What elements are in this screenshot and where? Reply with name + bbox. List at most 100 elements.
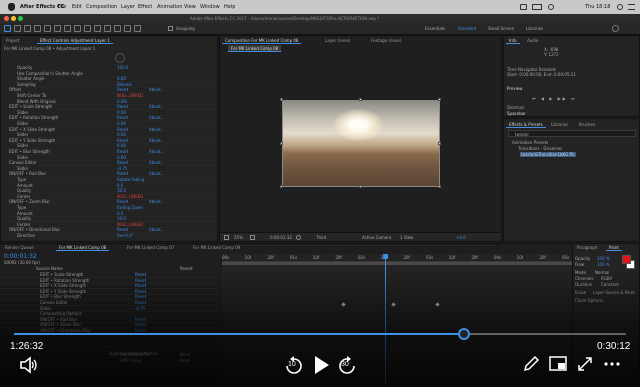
effect-property-value[interactable]: Reset xyxy=(117,127,128,132)
timeline-property-value[interactable]: Reset xyxy=(135,283,146,288)
timeline-property-value[interactable]: Reset xyxy=(135,272,146,277)
selection-tool-icon[interactable] xyxy=(4,25,11,32)
effect-about-link[interactable]: About... xyxy=(149,104,165,109)
tab-info[interactable]: Info xyxy=(506,37,520,44)
viewer-timecode[interactable]: 0:00:01:32 xyxy=(270,235,292,240)
keyframe[interactable] xyxy=(391,302,396,307)
timeline-property-value[interactable]: Reset xyxy=(135,278,146,283)
menu-view[interactable]: View xyxy=(184,0,196,14)
clone-tool-icon[interactable] xyxy=(104,25,111,32)
playhead-handle[interactable] xyxy=(383,254,388,259)
zoom-tool-icon[interactable] xyxy=(24,25,31,32)
tab-effects-presets[interactable]: Effects & Presets xyxy=(506,121,546,128)
effect-property-value[interactable]: 0.0 xyxy=(117,183,123,188)
effect-property-value[interactable]: 0.00 xyxy=(117,76,126,81)
markup-pen-icon[interactable] xyxy=(522,355,540,373)
timeline-timecode[interactable]: 0:00:01:32 xyxy=(4,253,37,260)
volume-icon[interactable] xyxy=(548,4,554,10)
timeline-property-value[interactable]: Reset xyxy=(135,300,146,305)
tab-brushes[interactable]: Brushes xyxy=(576,121,598,128)
effect-about-link[interactable]: About... xyxy=(149,160,165,165)
tab-layer[interactable]: Layer (none) xyxy=(322,37,354,44)
layer-handle[interactable] xyxy=(359,98,362,101)
views-select[interactable]: 1 View xyxy=(400,235,413,240)
effect-property-value[interactable]: Bilinear xyxy=(117,82,132,87)
tab-footage[interactable]: Footage (none) xyxy=(368,37,404,44)
rotate-tool-icon[interactable] xyxy=(34,25,41,32)
hand-tool-icon[interactable] xyxy=(14,25,21,32)
tab-timeline-comp-09[interactable]: For MK Linked Comp 09 xyxy=(190,244,243,251)
effect-property-value[interactable]: Rotate Fading xyxy=(117,177,144,182)
effect-property-value[interactable]: NULL LINKED xyxy=(117,93,143,98)
angle-dial-icon[interactable] xyxy=(115,53,125,63)
volume-button-icon[interactable] xyxy=(18,355,38,375)
playhead[interactable] xyxy=(385,254,386,384)
effect-property-value[interactable]: 10.0 xyxy=(117,188,126,193)
workspace-standard[interactable]: Standard xyxy=(458,26,476,31)
menu-layer[interactable]: Layer xyxy=(121,0,135,14)
effect-property-value[interactable]: Reset xyxy=(117,149,128,154)
search-help-icon[interactable] xyxy=(612,25,619,32)
bottom-layer-2-parent[interactable]: None xyxy=(180,358,190,363)
layer-handle[interactable] xyxy=(280,98,283,101)
battery-icon[interactable] xyxy=(532,4,542,10)
mode-select[interactable]: Normal xyxy=(595,270,609,275)
playback-controls[interactable]: ⏮ ◀ ▶ ▶▶ ⏭ xyxy=(532,96,577,101)
timeline-property-value[interactable]: Reset xyxy=(135,322,146,327)
pen-tool-icon[interactable] xyxy=(74,25,81,32)
menu-help[interactable]: Help xyxy=(224,0,235,14)
menu-composition[interactable]: Composition xyxy=(86,0,117,14)
effect-property-value[interactable]: Reset xyxy=(117,104,128,109)
work-area-bar[interactable] xyxy=(222,262,572,265)
menu-effect[interactable]: Effect xyxy=(138,0,152,14)
effect-property-value[interactable]: 0.0% xyxy=(117,99,127,104)
snapping-checkbox[interactable] xyxy=(168,26,173,31)
wifi-icon[interactable] xyxy=(520,4,527,10)
effect-property-value[interactable]: Reset xyxy=(117,199,128,204)
picture-in-picture-icon[interactable] xyxy=(548,355,568,373)
camera-select[interactable]: Active Camera xyxy=(362,235,391,240)
video-scrub-knob[interactable] xyxy=(458,328,470,340)
timeline-property-value[interactable]: Reset xyxy=(135,289,146,294)
foreground-color-swatch[interactable] xyxy=(622,255,631,264)
tab-project[interactable]: Project xyxy=(3,37,23,44)
effect-about-link[interactable]: About... xyxy=(149,138,165,143)
tab-paint[interactable]: Paint xyxy=(606,244,622,251)
roto-tool-icon[interactable] xyxy=(124,25,131,32)
menu-file[interactable]: File xyxy=(58,0,66,14)
duration-select[interactable]: Constant xyxy=(601,282,619,287)
effect-about-link[interactable]: About... xyxy=(149,149,165,154)
effect-property-value[interactable]: -0.75 xyxy=(117,166,127,171)
puppet-tool-icon[interactable] xyxy=(134,25,141,32)
more-options-icon[interactable] xyxy=(603,361,621,367)
effect-property-value[interactable]: 0x+0.0° xyxy=(117,233,134,238)
effect-about-link[interactable]: About... xyxy=(149,227,165,232)
comp-frame-image[interactable] xyxy=(282,100,440,187)
effect-property-value[interactable]: Reset xyxy=(117,227,128,232)
channels-select[interactable]: RGBA xyxy=(601,276,612,281)
tree-animation-presets[interactable]: Animation Presets xyxy=(512,140,548,145)
close-window-button[interactable] xyxy=(4,16,9,21)
effect-property-value[interactable]: NULL LINKED xyxy=(117,222,143,227)
tab-audio[interactable]: Audio xyxy=(524,37,541,44)
effect-property-value[interactable]: 100.0 xyxy=(117,65,128,70)
toggle-switches-modes[interactable]: Toggle Switches / Modes xyxy=(108,351,157,356)
effect-property-value[interactable]: 0.00 xyxy=(117,110,126,115)
effect-property-value[interactable]: Reset xyxy=(117,171,128,176)
timeline-property-value[interactable]: Reset xyxy=(135,317,146,322)
snapshot-icon[interactable] xyxy=(296,235,301,240)
minimize-window-button[interactable] xyxy=(11,16,16,21)
keyframe[interactable] xyxy=(341,302,346,307)
tree-preset-item[interactable]: twixtor&Transition1bKG.ffx xyxy=(520,152,576,157)
timeline-property-value[interactable]: -0.75 xyxy=(135,306,145,311)
tab-paragraph[interactable]: Paragraph xyxy=(574,244,601,251)
effect-property-value[interactable]: Reset xyxy=(117,160,128,165)
type-tool-icon[interactable] xyxy=(84,25,91,32)
layer-handle[interactable] xyxy=(438,142,441,145)
tab-timeline-comp-07[interactable]: For MK Linked Comp 07 xyxy=(124,244,177,251)
menu-animation[interactable]: Animation xyxy=(157,0,183,14)
tab-timeline-comp-08[interactable]: For MK Linked Comp 08 xyxy=(56,244,110,251)
effect-about-link[interactable]: About... xyxy=(149,87,165,92)
effect-property-value[interactable]: Reset xyxy=(117,138,128,143)
keyframe[interactable] xyxy=(435,302,440,307)
